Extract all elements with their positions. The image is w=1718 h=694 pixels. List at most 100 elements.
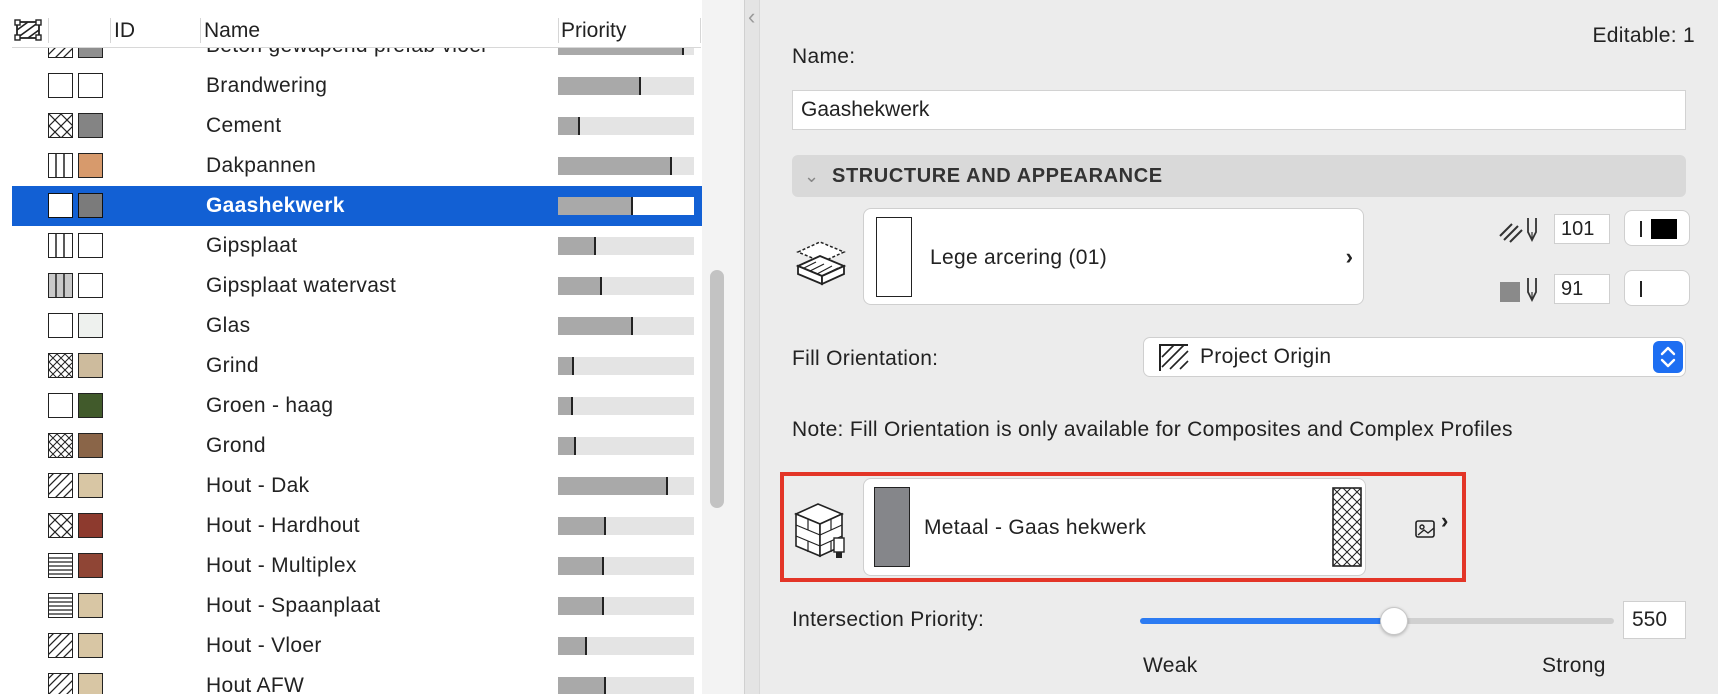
- surface-color-swatch: [78, 113, 103, 138]
- priority-bar: [558, 157, 694, 175]
- material-name: Hout - Dak: [206, 474, 310, 497]
- list-scrollbar-thumb[interactable]: [710, 270, 724, 508]
- priority-bar: [558, 237, 694, 255]
- material-name: Dakpannen: [206, 154, 317, 177]
- table-row[interactable]: Hout - Hardhout: [12, 506, 702, 546]
- chevron-down-icon: ⌄: [804, 166, 820, 186]
- name-field[interactable]: [792, 90, 1686, 130]
- table-row[interactable]: Cement: [12, 106, 702, 146]
- settings-panel: Editable: 1 Name: ⌄ STRUCTURE AND APPEAR…: [760, 0, 1718, 694]
- material-name: Glas: [206, 314, 251, 337]
- foreground-pen-color-button[interactable]: [1624, 210, 1690, 246]
- table-row[interactable]: Hout - Multiplex: [12, 546, 702, 586]
- building-materials-list: ID Name Priority Beton gewapend prefab v…: [0, 0, 702, 694]
- priority-bar: [558, 677, 694, 694]
- table-row[interactable]: Brandwering: [12, 66, 702, 106]
- column-header-id[interactable]: ID: [114, 14, 135, 47]
- panel-splitter[interactable]: [744, 0, 760, 694]
- surface-color-swatch: [78, 553, 103, 578]
- priority-bar: [558, 277, 694, 295]
- background-pen-number[interactable]: 91: [1554, 274, 1610, 304]
- fill-pattern-swatch: [48, 553, 73, 578]
- fill-column-icon[interactable]: [14, 16, 42, 49]
- column-header-priority[interactable]: Priority: [561, 14, 626, 47]
- material-name: Beton gewapend prefab vloer: [206, 47, 488, 66]
- fill-pattern-swatch: [48, 113, 73, 138]
- surface-color-swatch: [78, 193, 103, 218]
- surface-color-swatch: [78, 313, 103, 338]
- material-name: Brandwering: [206, 74, 328, 97]
- priority-bar: [558, 357, 694, 375]
- priority-bar-fill: [558, 477, 668, 495]
- material-name: Hout - Hardhout: [206, 514, 360, 537]
- section-title: STRUCTURE AND APPEARANCE: [832, 165, 1163, 187]
- fill-orientation-dropdown[interactable]: Project Origin: [1143, 337, 1686, 377]
- priority-bar: [558, 197, 694, 215]
- foreground-pen-number[interactable]: 101: [1554, 214, 1610, 244]
- priority-bar-fill: [558, 517, 606, 535]
- priority-bar: [558, 117, 694, 135]
- intersection-priority-slider-knob[interactable]: [1380, 607, 1408, 635]
- fill-pattern-swatch: [48, 473, 73, 498]
- table-row[interactable]: Grind: [12, 346, 702, 386]
- priority-bar-fill: [558, 47, 684, 55]
- material-name: Groen - haag: [206, 394, 334, 417]
- foreground-pen-icon: [1498, 214, 1542, 249]
- material-name: Hout - Multiplex: [206, 554, 357, 577]
- name-label: Name:: [792, 45, 856, 68]
- priority-bar-fill: [558, 237, 596, 255]
- priority-bar: [558, 517, 694, 535]
- priority-bar-fill: [558, 677, 606, 694]
- material-name: Cement: [206, 114, 282, 137]
- table-row[interactable]: Hout AFW: [12, 666, 702, 694]
- chevron-right-icon: ›: [1345, 244, 1353, 269]
- table-row[interactable]: Hout - Spaanplaat: [12, 586, 702, 626]
- surface-color-swatch: [78, 633, 103, 658]
- collapse-chevron-icon[interactable]: ‹: [748, 4, 755, 30]
- fill-pattern-swatch: [48, 273, 73, 298]
- material-name: Grind: [206, 354, 259, 377]
- table-row[interactable]: Grond: [12, 426, 702, 466]
- fill-pattern-swatch: [48, 353, 73, 378]
- cut-fill-picker[interactable]: Lege arcering (01) ›: [863, 208, 1364, 305]
- cut-fill-swatch: [876, 217, 912, 297]
- surface-color-swatch: [78, 473, 103, 498]
- material-name: Grond: [206, 434, 266, 457]
- priority-bar-fill: [558, 157, 672, 175]
- priority-bar-fill: [558, 77, 641, 95]
- fill-pattern-swatch: [48, 153, 73, 178]
- background-pen-color-button[interactable]: [1624, 270, 1690, 306]
- table-row[interactable]: Gipsplaat watervast: [12, 266, 702, 306]
- editable-count: Editable: 1: [1592, 24, 1695, 47]
- priority-bar: [558, 47, 694, 55]
- table-row[interactable]: Beton gewapend prefab vloer: [12, 47, 702, 66]
- priority-bar-fill: [558, 597, 604, 615]
- foreground-pen-color-swatch: [1651, 219, 1677, 239]
- priority-bar-fill: [558, 637, 587, 655]
- table-row[interactable]: Hout - Dak: [12, 466, 702, 506]
- table-row[interactable]: Hout - Vloer: [12, 626, 702, 666]
- table-row[interactable]: Gaashekwerk: [12, 186, 702, 226]
- fill-pattern-swatch: [48, 233, 73, 258]
- column-header-name[interactable]: Name: [204, 14, 260, 47]
- surface-color-swatch: [78, 673, 103, 694]
- intersection-priority-slider-fill: [1140, 618, 1395, 624]
- fill-pattern-swatch: [48, 47, 73, 58]
- surface-highlight-box: [780, 472, 1466, 582]
- priority-bar-fill: [558, 277, 602, 295]
- table-row[interactable]: Glas: [12, 306, 702, 346]
- intersection-priority-input[interactable]: 550: [1623, 601, 1686, 639]
- section-header-structure-appearance[interactable]: ⌄ STRUCTURE AND APPEARANCE: [792, 155, 1686, 197]
- table-row[interactable]: Dakpannen: [12, 146, 702, 186]
- priority-bar-fill: [558, 197, 633, 215]
- list-header: ID Name Priority: [12, 14, 701, 48]
- priority-bar-fill: [558, 117, 580, 135]
- priority-bar-fill: [558, 317, 633, 335]
- material-name: Hout - Spaanplaat: [206, 594, 381, 617]
- table-row[interactable]: Groen - haag: [12, 386, 702, 426]
- surface-color-swatch: [78, 273, 103, 298]
- table-row[interactable]: Gipsplaat: [12, 226, 702, 266]
- cut-fill-label: Lege arcering (01): [930, 246, 1107, 269]
- priority-bar-fill: [558, 397, 573, 415]
- priority-bar: [558, 397, 694, 415]
